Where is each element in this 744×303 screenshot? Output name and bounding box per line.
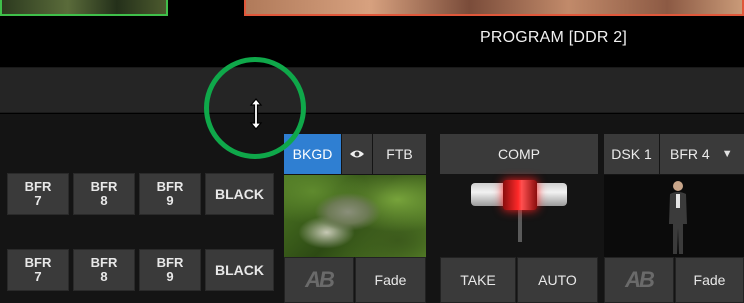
row2-bfr8-button[interactable]: BFR 8	[73, 249, 135, 291]
program-monitor-label: PROGRAM [DDR 2]	[480, 29, 628, 46]
row1-bfr7-line1: BFR	[24, 179, 52, 194]
row1-bfr7-button[interactable]: BFR 7	[7, 173, 69, 215]
row2-black-button[interactable]: BLACK	[205, 249, 274, 291]
presenter-figure	[669, 181, 687, 254]
resize-vertical-icon	[249, 98, 263, 130]
row2-bfr8-line1: BFR	[90, 255, 118, 270]
auto-button[interactable]: AUTO	[517, 257, 598, 303]
chevron-down-icon: ▼	[721, 148, 733, 160]
pane-divider[interactable]	[0, 67, 744, 113]
bkgd-ab-button[interactable]: AB	[284, 257, 354, 303]
row2-bfr7-line2: 7	[34, 269, 42, 284]
tbar-grip[interactable]	[503, 180, 537, 210]
tab-ftb[interactable]: FTB	[373, 134, 426, 174]
eye-icon	[350, 150, 364, 158]
ab-transition-icon: AB	[305, 267, 335, 292]
ab-transition-icon: AB	[625, 267, 655, 292]
row1-bfr8-line2: 8	[100, 193, 108, 208]
row1-bfr9-line2: 9	[166, 193, 174, 208]
preview-monitor[interactable]	[0, 0, 168, 16]
dsk-source-label: BFR 4	[670, 146, 710, 162]
switcher-panel: BFR 7 BFR 8 BFR 9 BLACK BFR 7 BFR 8 BFR …	[0, 114, 744, 303]
dsk-fade-button[interactable]: Fade	[675, 257, 744, 303]
bkgd-transition-thumbnail[interactable]	[284, 175, 426, 257]
row1-bfr8-button[interactable]: BFR 8	[73, 173, 135, 215]
row2-bfr9-button[interactable]: BFR 9	[139, 249, 201, 291]
row1-bfr9-line1: BFR	[156, 179, 184, 194]
monitor-strip: PROGRAM [DDR 2]	[0, 0, 744, 66]
dsk-source-dropdown[interactable]: BFR 4 ▼	[660, 134, 744, 174]
row1-bfr9-button[interactable]: BFR 9	[139, 173, 201, 215]
row2-bfr8-line2: 8	[100, 269, 108, 284]
eye-toggle-button[interactable]	[342, 134, 372, 174]
row2-bfr9-line2: 9	[166, 269, 174, 284]
program-monitor[interactable]	[244, 0, 744, 16]
row2-bfr7-line1: BFR	[24, 255, 52, 270]
row1-black-button[interactable]: BLACK	[205, 173, 274, 215]
row1-bfr8-line1: BFR	[90, 179, 118, 194]
comp-button[interactable]: COMP	[440, 134, 598, 174]
tab-dsk1[interactable]: DSK 1	[604, 134, 659, 174]
dsk-ab-button[interactable]: AB	[604, 257, 674, 303]
row2-bfr9-line1: BFR	[156, 255, 184, 270]
take-button[interactable]: TAKE	[440, 257, 516, 303]
row2-bfr7-button[interactable]: BFR 7	[7, 249, 69, 291]
row1-bfr7-line2: 7	[34, 193, 42, 208]
bkgd-fade-button[interactable]: Fade	[355, 257, 426, 303]
